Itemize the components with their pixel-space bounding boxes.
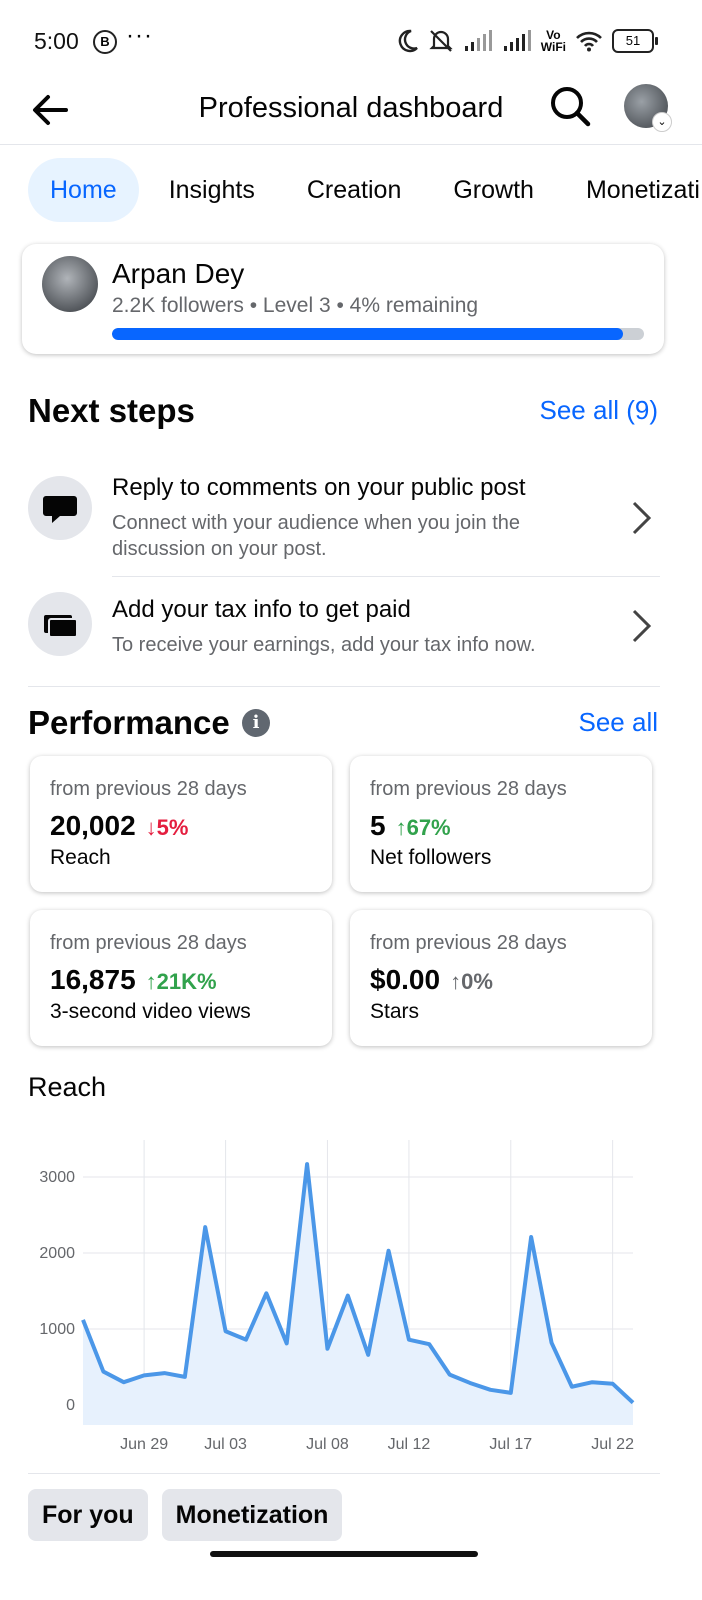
tab-monetization[interactable]: Monetization [161,1489,343,1541]
reach-area-fill [83,1164,633,1425]
metric-value-row: 5 ↑67% [370,810,451,842]
reach-chart-title: Reach [28,1072,107,1102]
bell-muted-icon [429,30,453,52]
metric-card-stars[interactable]: from previous 28 days $0.00 ↑0% Stars [350,910,652,1046]
performance-heading: Performance [28,704,230,741]
tab-for-you[interactable]: For you [28,1489,148,1541]
tab-home[interactable]: Home [28,158,139,222]
level-progress-fill [112,328,623,340]
battery-icon: 51 [612,29,658,53]
tab-bar: Home Insights Creation Growth Monetizati [28,158,702,222]
metric-caption: from previous 28 days [370,932,567,954]
b-badge-icon: B [93,30,117,54]
comment-bubble-icon [28,476,92,540]
reach-line-chart: 0 1000 2000 3000 Jun 29 Jul 03 Jul 08 Jul 12 Jul… [39,1140,635,1453]
x-tick-label: Jul 17 [489,1436,532,1453]
metric-card-net-followers[interactable]: from previous 28 days 5 ↑67% Net follower… [350,756,652,892]
bottom-tab-bar: For you Monetization [28,1489,343,1541]
metric-label: 3-second video views [50,1000,251,1023]
divider [112,576,660,577]
divider [28,1473,660,1474]
metric-value: 16,875 [50,964,136,995]
metric-value: $0.00 [370,964,441,995]
signal-1-icon [464,30,492,51]
metric-caption: from previous 28 days [50,932,247,954]
signal-2-icon [503,30,531,51]
metric-caption: from previous 28 days [50,778,247,800]
level-progress-bar [112,328,644,340]
vowifi-indicator: Vo WiFi [541,29,566,53]
x-tick-label: Jul 22 [591,1436,634,1453]
chevron-right-icon [632,609,652,643]
x-tick-label: Jun 29 [120,1436,168,1453]
status-time: 5:00 [34,28,79,54]
next-step-item-tax[interactable]: Add your tax info to get paid To receive… [28,590,660,670]
x-tick-label: Jul 03 [204,1436,247,1453]
y-tick-label: 1000 [39,1321,75,1338]
step-title: Add your tax info to get paid [112,596,411,623]
metric-change: ↑0% [450,969,493,994]
metric-value: 20,002 [50,810,136,841]
metric-caption: from previous 28 days [370,778,567,800]
tab-insights[interactable]: Insights [147,158,277,222]
tab-monetizati[interactable]: Monetizati [564,158,702,222]
y-tick-label: 2000 [39,1245,75,1262]
metric-value-row: $0.00 ↑0% [370,964,493,996]
metric-label: Reach [50,846,111,869]
avatar [42,256,98,312]
metric-change: ↑67% [395,815,451,840]
divider [28,686,660,687]
moon-icon [398,29,418,53]
profile-meta: 2.2K followers • Level 3 • 4% remaining [112,294,479,317]
home-indicator[interactable] [210,1551,478,1557]
more-notifications-icon: ··· [126,22,153,49]
metric-value-row: 20,002 ↓5% [50,810,188,842]
chevron-right-icon [632,501,652,535]
step-description: To receive your earnings, add your tax i… [112,634,536,656]
status-bar: 5:00 B ··· Vo WiFi 51 [0,0,702,84]
metric-value-row: 16,875 ↑21K% [50,964,217,996]
tab-growth[interactable]: Growth [431,158,556,222]
vowifi-wifi-text: WiFi [540,40,566,54]
metric-card-reach[interactable]: from previous 28 days 20,002 ↓5% Reach [30,756,332,892]
status-icons: Vo WiFi 51 [397,26,658,56]
search-icon[interactable] [548,84,592,128]
tab-creation[interactable]: Creation [285,158,424,222]
metric-change: ↓5% [145,815,189,840]
metric-card-video-views[interactable]: from previous 28 days 16,875 ↑21K% 3-seco… [30,910,332,1046]
metric-label: Net followers [370,846,492,869]
metric-value: 5 [370,810,386,841]
x-tick-label: Jul 08 [306,1436,349,1453]
chevron-down-icon: ⌄ [652,112,672,132]
see-all-performance-link[interactable]: See all [579,707,659,738]
info-icon[interactable]: i [242,709,270,737]
profile-name: Arpan Dey [112,258,245,289]
y-tick-label: 3000 [39,1169,75,1186]
x-tick-label: Jul 12 [388,1436,431,1453]
wifi-icon [576,31,602,52]
step-title: Reply to comments on your public post [112,474,526,501]
profile-card[interactable]: Arpan Dey 2.2K followers • Level 3 • 4% … [22,244,664,354]
see-all-next-steps-link[interactable]: See all (9) [540,395,659,426]
page-title: Professional dashboard [198,92,504,124]
next-step-item-reply[interactable]: Reply to comments on your public post Co… [28,470,660,570]
profile-switcher-avatar[interactable]: ⌄ [624,84,672,132]
cards-icon [28,592,92,656]
y-tick-label: 0 [66,1397,75,1414]
metric-change: ↑21K% [145,969,217,994]
metric-label: Stars [370,1000,420,1023]
step-description: Connect with your audience when you join… [112,512,521,560]
app-header: Professional dashboard ⌄ [0,84,702,145]
next-steps-heading: Next steps [28,392,195,429]
